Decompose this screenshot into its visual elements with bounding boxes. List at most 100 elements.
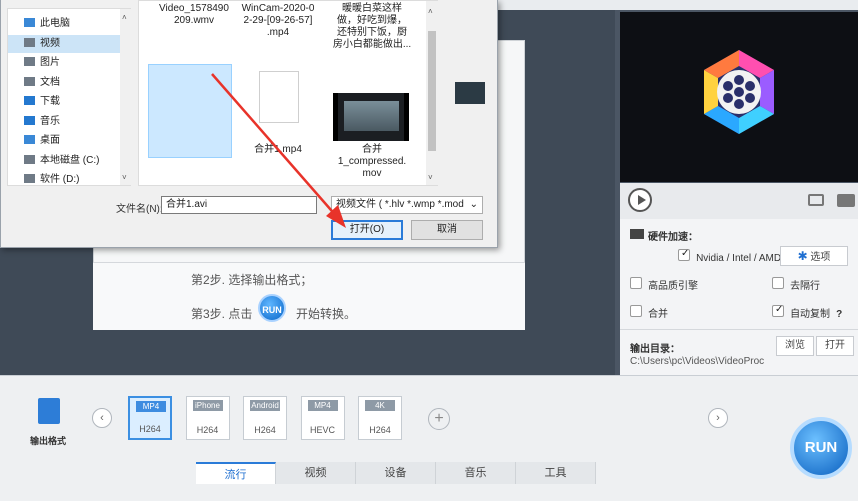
nav-item[interactable]: 软件 (D:)	[24, 171, 79, 189]
open-dir-button[interactable]: 打开	[816, 336, 854, 356]
nav-item[interactable]: 此电脑	[24, 15, 70, 33]
computer-icon	[24, 18, 35, 27]
checkmark-icon: ✓	[681, 248, 690, 259]
file-name-label[interactable]: Video_1578490 209.wmv	[151, 3, 237, 27]
nav-item-label: 下载	[40, 96, 60, 107]
high-quality-checkbox[interactable]: 高品质引擎	[630, 277, 698, 292]
format-card[interactable]: iPhone H264	[185, 396, 230, 440]
nav-item[interactable]: 图片	[24, 54, 60, 72]
format-codec-label: H264	[369, 425, 391, 435]
drive-icon	[24, 174, 35, 183]
gpu-checkbox-box[interactable]: ✓	[678, 248, 690, 261]
scroll-left-button[interactable]: ‹	[92, 408, 112, 428]
help-icon[interactable]: ?	[836, 309, 842, 320]
category-tab[interactable]: 流行	[196, 462, 276, 484]
video-folder-icon	[24, 37, 35, 47]
scroll-right-button[interactable]: ›	[708, 408, 728, 428]
open-file-dialog: 此电脑视频图片文档下载音乐桌面本地磁盘 (C:) 软件 (D:) ˄ ˅ Vide…	[0, 0, 498, 248]
format-codec-label: H264	[196, 425, 219, 435]
cancel-button[interactable]: 取消	[411, 220, 483, 240]
category-tab[interactable]: 工具	[516, 462, 596, 484]
nav-item[interactable]: 文档	[24, 74, 60, 92]
format-container-label: 4K	[365, 400, 395, 411]
filetype-select[interactable]: 视频文件 ( *.hlv *.wmp *.mod ⌄	[331, 196, 483, 214]
format-codec-label: H264	[254, 425, 276, 435]
divider	[620, 329, 858, 330]
merge-label: 合并	[648, 309, 669, 320]
options-button[interactable]: ✱ 选项	[780, 246, 848, 266]
videoproc-logo-icon	[704, 50, 774, 134]
auto-copy-checkbox[interactable]: ✓ 自动复制 ?	[772, 304, 842, 320]
file-name-label[interactable]: 暖暖白菜这样 做，好吃到爆， 还特别下饭，厨 房小白都能做出...	[329, 3, 415, 51]
navigation-pane: 此电脑视频图片文档下载音乐桌面本地磁盘 (C:) 软件 (D:) ˄ ˅	[7, 8, 131, 186]
gpu-icon	[630, 229, 644, 239]
deinterlace-checkbox[interactable]: 去隔行	[772, 277, 820, 292]
output-path: C:\Users\pc\Videos\VideoProc	[630, 356, 765, 367]
open-button[interactable]: 打开(O)	[331, 220, 403, 240]
scroll-up-icon[interactable]: ˄	[122, 13, 127, 22]
steps-panel: 第2步. 选择输出格式； 第3步. 点击 开始转换。	[93, 262, 525, 330]
nav-item-label: 文档	[40, 76, 60, 88]
output-format-icon	[38, 398, 60, 424]
format-container-label: iPhone	[192, 400, 223, 411]
gpu-label: Nvidia / Intel / AMD	[696, 253, 782, 264]
play-button[interactable]	[628, 188, 652, 212]
output-format-label: 输出格式	[30, 436, 67, 446]
nav-scrollbar[interactable]: ˄ ˅	[120, 9, 131, 185]
blank-document-icon[interactable]	[259, 71, 299, 123]
scroll-down-icon[interactable]: ˅	[428, 173, 433, 182]
category-tab[interactable]: 音乐	[436, 462, 516, 484]
browse-button[interactable]: 浏览	[776, 336, 814, 356]
auto-copy-box[interactable]: ✓	[772, 304, 784, 317]
run-button[interactable]: RUN	[790, 417, 852, 479]
high-quality-label: 高品质引擎	[648, 281, 699, 292]
gear-icon: ✱	[797, 249, 808, 263]
format-card[interactable]: MP4 HEVC	[300, 396, 345, 440]
format-card[interactable]: 4K H264	[358, 396, 402, 440]
nav-item[interactable]: 下载	[24, 93, 60, 111]
nav-item[interactable]: 桌面	[24, 132, 60, 150]
open-folder-icon[interactable]	[837, 194, 855, 207]
category-tab[interactable]: 设备	[356, 462, 436, 484]
scroll-thumb[interactable]	[428, 31, 436, 151]
nav-item-label: 视频	[40, 37, 60, 49]
file-name-label[interactable]: WinCam-2020-0 2-29-[09-26-57] .mp4	[235, 3, 321, 39]
nav-item[interactable]: 视频	[24, 35, 60, 53]
chevron-right-icon: ›	[716, 412, 720, 424]
documents-folder-icon	[24, 76, 35, 86]
step2-text: 第2步. 选择输出格式；	[191, 273, 313, 287]
nav-item-label: 软件 (D:)	[40, 174, 80, 185]
scroll-down-icon[interactable]: ˅	[122, 173, 127, 182]
format-card[interactable]: MP4 H264	[128, 396, 172, 440]
merge-checkbox[interactable]: 合并	[630, 305, 668, 320]
nav-item[interactable]: 音乐	[24, 113, 60, 131]
file-name-label[interactable]: 合并1.mp4	[235, 144, 321, 156]
nav-item[interactable]: 本地磁盘 (C:)	[24, 152, 99, 170]
add-format-button[interactable]: +	[428, 408, 450, 430]
pictures-folder-icon	[24, 57, 35, 66]
filetype-value: 视频文件 ( *.hlv *.wmp *.mod	[336, 199, 464, 210]
chevron-down-icon: ⌄	[469, 199, 478, 210]
chevron-left-icon: ‹	[100, 412, 104, 424]
output-dir-title: 输出目录：	[630, 344, 680, 355]
step3-prefix: 第3步. 点击	[191, 307, 253, 321]
selected-file-highlight	[148, 64, 232, 158]
preview-thumbnail	[455, 82, 485, 104]
scroll-up-icon[interactable]: ˄	[428, 7, 433, 16]
high-quality-box[interactable]	[630, 277, 642, 289]
filename-input[interactable]: 合并1.avi	[161, 196, 317, 214]
nav-item-label: 本地磁盘 (C:)	[40, 154, 100, 166]
run-mini-icon: RUN	[258, 294, 286, 322]
merge-box[interactable]	[630, 305, 642, 317]
files-scrollbar[interactable]: ˄ ˅	[426, 1, 438, 185]
format-container-label: Android	[250, 400, 280, 411]
file-name-label[interactable]: 合并 1_compressed. mov	[329, 144, 415, 180]
format-card[interactable]: Android H264	[243, 396, 287, 440]
deinterlace-label: 去隔行	[790, 281, 821, 292]
deinterlace-box[interactable]	[772, 277, 784, 289]
video-thumbnail-icon[interactable]	[333, 93, 409, 141]
snapshot-camera-icon[interactable]	[808, 194, 824, 206]
category-tab[interactable]: 视频	[276, 462, 356, 484]
nav-item-label: 音乐	[40, 115, 60, 127]
gpu-checkbox[interactable]: ✓ Nvidia / Intel / AMD	[678, 248, 782, 264]
